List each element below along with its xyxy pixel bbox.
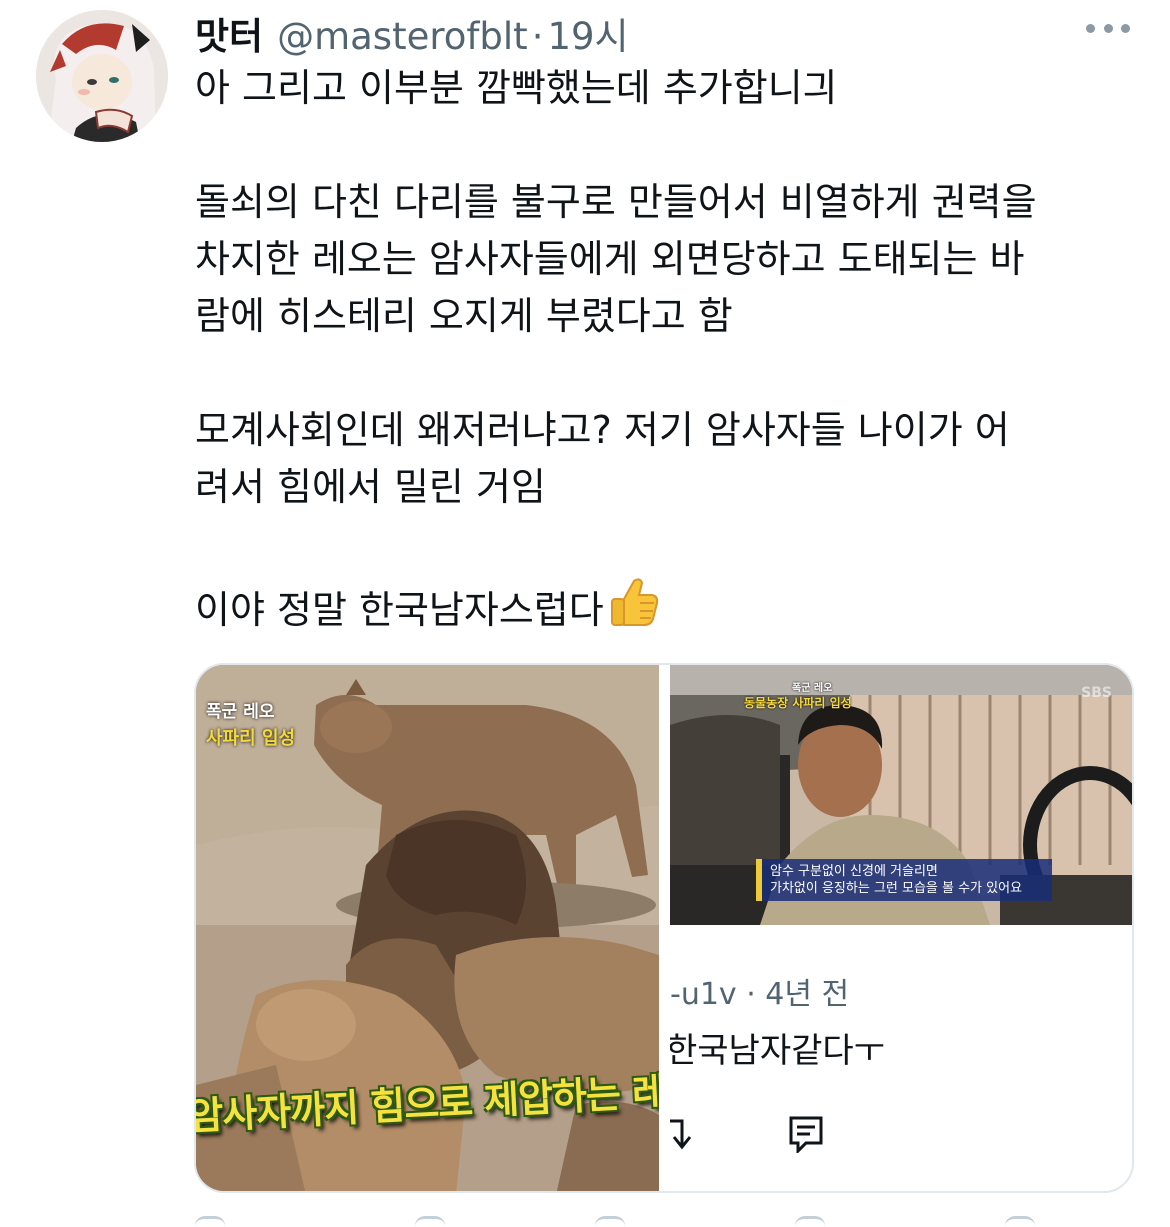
reply-icon[interactable] <box>670 1115 692 1155</box>
right-tag-line1: 폭군 레오 <box>792 683 833 694</box>
view-action-icon[interactable] <box>795 1216 825 1227</box>
comment-meta: -u1v · 4년 전 <box>670 977 850 1012</box>
tweet-line: 차지한 레오는 암사자들에게 외면당하고 도태되는 바 <box>195 237 1025 281</box>
retweet-action-icon[interactable] <box>415 1216 445 1227</box>
sbs-watermark: SBS <box>1081 685 1112 701</box>
share-action-icon[interactable] <box>1005 1216 1035 1227</box>
left-tag-line1: 폭군 레오 <box>206 702 275 722</box>
subtitle-line2: 가차없이 응징하는 그런 모습을 볼 수가 있어요 <box>770 881 1023 896</box>
tweet-line: 이야 정말 한국남자스럽다 <box>195 588 604 632</box>
author-name[interactable]: 맛터 <box>195 6 263 60</box>
more-icon[interactable] <box>1086 18 1130 38</box>
comment-text: 한국남자같다ㅜ <box>670 1031 885 1071</box>
video-subtitle: 암수 구분없이 신경에 거슬리면 가차없이 응징하는 그런 모습을 볼 수가 있… <box>756 859 1052 901</box>
avatar-illustration <box>36 10 168 142</box>
more-dot <box>1103 23 1113 33</box>
tweet-line: 려서 힘에서 밀린 거임 <box>195 465 546 509</box>
tweet-line: 돌쇠의 다친 다리를 불구로 만들어서 비열하게 권력을 <box>195 180 1037 224</box>
header-separator: · <box>531 15 544 58</box>
more-dot <box>1121 23 1130 33</box>
comment-icon[interactable] <box>786 1113 826 1153</box>
timestamp[interactable]: 19시 <box>547 6 628 60</box>
tweet: 맛터 @masterofblt · 19시 아 그리고 이부분 깜빡했는데 추가… <box>0 0 1170 1227</box>
left-tag-line2: 사파리 입성 <box>206 728 296 749</box>
tweet-action-bar <box>195 1210 1035 1227</box>
more-dot <box>1086 23 1095 33</box>
right-tag-line2: 동물농장 사파리 입성 <box>744 696 852 710</box>
reply-action-icon[interactable] <box>195 1216 225 1227</box>
subtitle-line1: 암수 구분없이 신경에 거슬리면 <box>770 864 938 879</box>
right-program-tag: 폭군 레오 동물농장 사파리 입성 <box>744 679 852 711</box>
like-action-icon[interactable] <box>595 1216 625 1227</box>
media-card[interactable]: 폭군 레오 사파리 입성 암사자까지 힘으로 제압하는 레오 폭군 레오 동물농… <box>194 663 1134 1193</box>
tweet-line: 아 그리고 이부분 깜빡했는데 추가합니긔 <box>195 66 838 110</box>
avatar[interactable] <box>36 10 168 142</box>
author-handle[interactable]: @masterofblt <box>277 15 528 58</box>
lion-photo[interactable]: 폭군 레오 사파리 입성 암사자까지 힘으로 제압하는 레오 <box>196 665 659 1191</box>
tweet-text: 아 그리고 이부분 깜빡했는데 추가합니긔 돌쇠의 다친 다리를 불구로 만들어… <box>195 60 1135 645</box>
left-program-tag: 폭군 레오 사파리 입성 <box>206 697 295 750</box>
tweet-line: 모계사회인데 왜저러냐고? 저기 암사자들 나이가 어 <box>195 408 1010 452</box>
thumbs-up-emoji-icon <box>606 573 662 645</box>
tweet-line: 람에 히스테리 오지게 부렸다고 함 <box>195 294 733 338</box>
quoted-comment[interactable]: -u1v · 4년 전 한국남자같다ㅜ <box>670 935 1132 1191</box>
keeper-photo[interactable]: 폭군 레오 동물농장 사파리 입성 SBS 암수 구분없이 신경에 거슬리면 가… <box>670 665 1132 925</box>
tweet-header: 맛터 @masterofblt · 19시 <box>195 6 629 58</box>
tweet-line-last: 이야 정말 한국남자스럽다 <box>195 573 1135 645</box>
